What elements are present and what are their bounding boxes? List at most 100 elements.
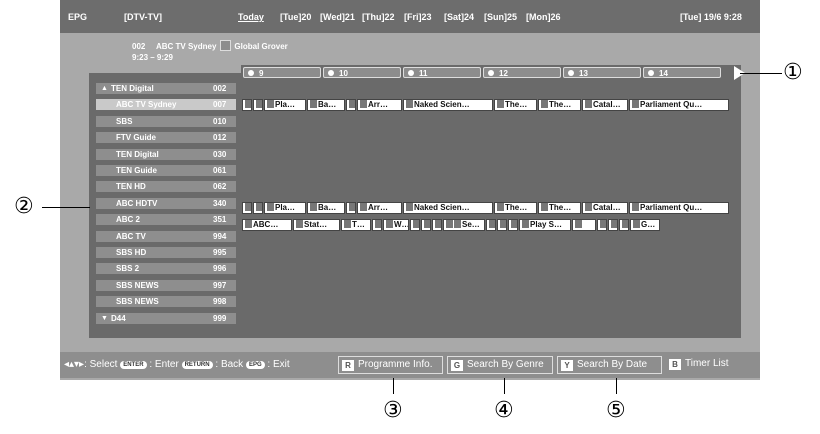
callout-line xyxy=(42,207,90,208)
footer-bar: ◂▴▾▸: Select ENTER : Enter RETURN : Back… xyxy=(60,352,760,378)
programme-cell[interactable] xyxy=(372,219,382,231)
programme-cell[interactable]: Arr… xyxy=(357,99,402,111)
programme-cell[interactable] xyxy=(608,219,618,231)
programme-info-button[interactable]: R Programme Info. xyxy=(338,356,443,374)
time-dot-icon xyxy=(488,70,494,76)
channel-row[interactable]: SBS NEWS 997 xyxy=(96,279,236,291)
programme-cell[interactable]: Catal… xyxy=(582,99,628,111)
programme-cell[interactable]: The… xyxy=(494,202,537,214)
programme-cell[interactable] xyxy=(242,202,252,214)
callout-line xyxy=(393,378,394,394)
programme-cell[interactable] xyxy=(486,219,496,231)
programme-cell[interactable]: Se… xyxy=(443,219,485,231)
programme-cell[interactable]: ABC… xyxy=(242,219,292,231)
channel-name: SBS xyxy=(116,116,133,126)
programme-cell[interactable]: Pla… xyxy=(264,202,306,214)
programme-cell[interactable] xyxy=(508,219,518,231)
programme-cell[interactable]: The… xyxy=(538,99,581,111)
programme-cell[interactable] xyxy=(619,219,629,231)
programme-cell[interactable] xyxy=(410,219,420,231)
info-channel-number: 002 xyxy=(132,42,146,51)
channel-row[interactable]: SBS NEWS 998 xyxy=(96,296,236,308)
programme-cell[interactable]: Catal… xyxy=(582,202,628,214)
channel-number: 061 xyxy=(213,166,227,175)
channel-name: TEN Guide xyxy=(116,166,157,175)
programme-cell[interactable]: Arr… xyxy=(357,202,402,214)
programme-cell[interactable] xyxy=(421,219,431,231)
programme-cell[interactable]: W… xyxy=(383,219,409,231)
programme-cell[interactable]: Play S… xyxy=(519,219,571,231)
programme-cell[interactable]: Parliament Qu… xyxy=(629,99,729,111)
scroll-up-icon[interactable]: ▲ xyxy=(101,83,108,94)
channel-row[interactable]: TEN Guide 061 xyxy=(96,165,236,176)
programme-cell[interactable]: The… xyxy=(538,202,581,214)
channel-row[interactable]: ABC TV Sydney 007 xyxy=(96,99,236,111)
channel-name: ABC TV Sydney xyxy=(116,100,177,110)
programme-cell[interactable] xyxy=(346,99,356,111)
channel-number: 002 xyxy=(213,84,227,93)
channel-row[interactable]: FTV Guide 012 xyxy=(96,132,236,144)
programme-cell[interactable]: Stat… xyxy=(293,219,340,231)
programme-cell[interactable]: Pla… xyxy=(264,99,306,111)
programme-cell[interactable] xyxy=(572,219,596,231)
time-dot-icon xyxy=(568,70,574,76)
day-tab-mon[interactable]: [Mon]26 xyxy=(526,12,561,22)
programme-cell[interactable] xyxy=(346,202,356,214)
programme-cell[interactable] xyxy=(253,202,263,214)
programme-cell[interactable]: Parliament Qu… xyxy=(629,202,729,214)
channel-row[interactable]: SBS 2 996 xyxy=(96,263,236,275)
timer-list-button[interactable]: B Timer List xyxy=(666,356,756,374)
channel-row[interactable]: ABC 2 351 xyxy=(96,214,236,226)
time-slot: 10 xyxy=(323,67,401,78)
day-tab-sun[interactable]: [Sun]25 xyxy=(484,12,517,22)
channel-row[interactable]: ABC HDTV 340 xyxy=(96,197,236,209)
scroll-down-icon[interactable]: ▼ xyxy=(101,313,108,324)
callout-line xyxy=(504,378,505,394)
channel-row[interactable]: ▼ D44 999 xyxy=(96,312,236,324)
programme-cell[interactable] xyxy=(597,219,607,231)
channel-row[interactable]: TEN Digital 030 xyxy=(96,148,236,160)
programme-cell[interactable]: Ba… xyxy=(307,99,345,111)
enter-key-icon: ENTER xyxy=(120,361,147,369)
info-time: 9:23 – 9:29 xyxy=(132,53,173,62)
day-tab-tue[interactable]: [Tue]20 xyxy=(280,12,311,22)
programme-cell[interactable] xyxy=(432,219,442,231)
channel-name: TEN Digital xyxy=(116,149,159,159)
channel-row[interactable]: ABC TV 994 xyxy=(96,230,236,242)
channel-name: TEN Digital xyxy=(111,84,154,93)
callout-1: ① xyxy=(783,60,803,85)
channel-row[interactable]: TEN HD 062 xyxy=(96,181,236,193)
programme-cell[interactable]: Ba… xyxy=(307,202,345,214)
day-tab-thu[interactable]: [Thu]22 xyxy=(362,12,395,22)
search-by-genre-button[interactable]: G Search By Genre xyxy=(447,356,553,374)
epg-key-icon: EPG xyxy=(245,361,265,369)
programme-cell[interactable]: The… xyxy=(494,99,537,111)
programme-cell[interactable]: T… xyxy=(341,219,371,231)
callout-2: ② xyxy=(14,194,34,219)
channel-number: 997 xyxy=(213,280,227,290)
day-tab-wed[interactable]: [Wed]21 xyxy=(320,12,355,22)
programme-cell[interactable] xyxy=(253,99,263,111)
day-tab-fri[interactable]: [Fri]23 xyxy=(404,12,432,22)
search-by-date-button[interactable]: Y Search By Date xyxy=(557,356,662,374)
channel-row[interactable]: SBS HD 995 xyxy=(96,247,236,258)
channel-name: ABC 2 xyxy=(116,215,141,225)
day-tab-sat[interactable]: [Sat]24 xyxy=(444,12,474,22)
programme-cell[interactable] xyxy=(497,219,507,231)
channel-number: 995 xyxy=(213,248,227,257)
epg-label: EPG xyxy=(68,12,88,22)
callout-5: ⑤ xyxy=(606,398,626,423)
channel-row[interactable]: ▲ TEN Digital 002 xyxy=(96,83,236,94)
programme-cell[interactable]: G… xyxy=(630,219,660,231)
programme-cell[interactable]: Naked Scien… xyxy=(403,99,493,111)
programme-cell[interactable] xyxy=(242,99,252,111)
programme-cell[interactable]: Naked Scien… xyxy=(403,202,493,214)
return-key-icon: RETURN xyxy=(181,361,213,369)
day-tab-today[interactable]: Today xyxy=(238,12,264,22)
callout-line xyxy=(740,73,782,74)
datetime: [Tue] 19/6 9:28 xyxy=(680,12,742,22)
blue-key-icon: B xyxy=(669,359,681,370)
channel-name: SBS NEWS xyxy=(116,297,159,307)
channel-row[interactable]: SBS 010 xyxy=(96,115,236,127)
channel-name: TEN HD xyxy=(116,182,146,192)
